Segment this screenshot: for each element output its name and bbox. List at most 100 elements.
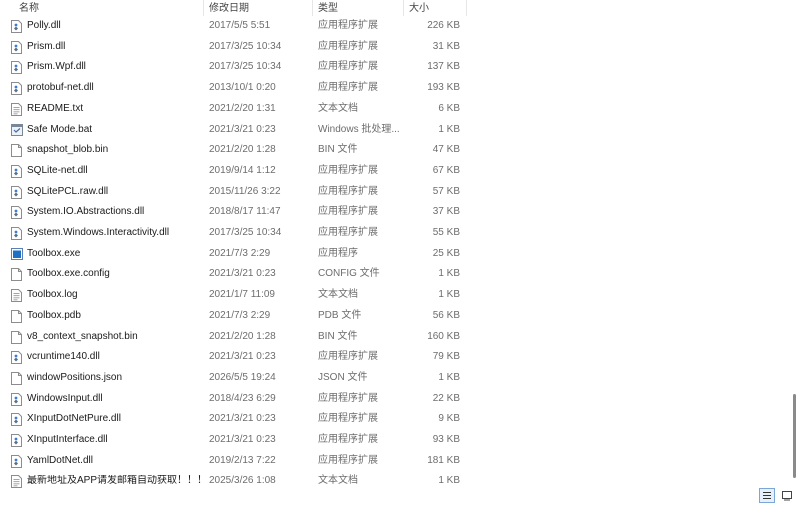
- file-name: 最新地址及APP请发邮箱自动获取！！！.t...: [27, 475, 205, 487]
- file-size: 57 KB: [432, 185, 460, 197]
- file-modified-date: 2021/7/3 2:29: [209, 247, 271, 259]
- file-size: 137 KB: [427, 61, 460, 73]
- dll-icon: [11, 206, 22, 220]
- file-size: 37 KB: [432, 206, 460, 218]
- file-row[interactable]: Toolbox.exe.config 2021/3/21 0:23 CONFIG 文…: [0, 264, 470, 285]
- dll-icon: [11, 185, 22, 199]
- column-header: 名称 修改日期 类型 大小: [0, 0, 790, 16]
- dll-icon: [11, 413, 22, 427]
- dll-icon: [11, 434, 22, 447]
- file-modified-date: 2017/3/25 10:34: [209, 61, 282, 73]
- file-type: 应用程序: [318, 247, 358, 259]
- file-row[interactable]: System.IO.Abstractions.dll 2018/8/17 11:4…: [0, 202, 470, 223]
- file-size: 47 KB: [432, 144, 460, 156]
- file-row[interactable]: YamlDotNet.dll 2019/2/13 7:22 应用程序扩展 181 KB: [0, 451, 470, 472]
- blank-file-icon: [11, 309, 22, 323]
- column-divider[interactable]: [312, 0, 313, 16]
- column-header-name[interactable]: 名称: [19, 3, 39, 15]
- file-row[interactable]: snapshot_blob.bin 2021/2/20 1:28 BIN 文件 47 …: [0, 140, 470, 161]
- text-file-icon: [11, 289, 22, 303]
- file-type: 应用程序扩展: [318, 20, 378, 31]
- file-row[interactable]: 最新地址及APP请发邮箱自动获取！！！.t... 2025/3/26 1:08 文本…: [0, 471, 470, 492]
- column-header-type[interactable]: 类型: [318, 3, 338, 15]
- file-type: 应用程序扩展: [318, 434, 378, 445]
- dll-icon: [11, 40, 22, 54]
- tiles-view-icon: [782, 491, 792, 501]
- file-row[interactable]: protobuf-net.dll 2013/10/1 0:20 应用程序扩展 193 …: [0, 78, 470, 99]
- file-modified-date: 2013/10/1 0:20: [209, 82, 276, 94]
- file-size: 1 KB: [438, 268, 460, 280]
- details-view-button[interactable]: [759, 488, 775, 503]
- file-name: Prism.Wpf.dll: [27, 61, 86, 73]
- vertical-scrollbar[interactable]: [790, 0, 800, 505]
- file-name: Toolbox.exe.config: [27, 268, 110, 280]
- column-divider[interactable]: [203, 0, 204, 16]
- file-type: 应用程序扩展: [318, 227, 378, 238]
- file-name: XInputDotNetPure.dll: [27, 413, 121, 425]
- file-row[interactable]: README.txt 2021/2/20 1:31 文本文档 6 KB: [0, 99, 470, 120]
- file-size: 67 KB: [432, 164, 460, 176]
- file-modified-date: 2019/2/13 7:22: [209, 454, 276, 466]
- file-name: windowPositions.json: [27, 371, 123, 383]
- file-row[interactable]: XInputInterface.dll 2021/3/21 0:23 应用程序扩展 9…: [0, 430, 470, 451]
- file-size: 226 KB: [427, 20, 460, 31]
- dll-icon: [11, 61, 22, 75]
- file-type: JSON 文件: [318, 371, 368, 383]
- file-modified-date: 2026/5/5 19:24: [209, 371, 276, 383]
- file-name: snapshot_blob.bin: [27, 144, 109, 156]
- file-size: 55 KB: [432, 227, 460, 238]
- file-type: BIN 文件: [318, 330, 358, 342]
- file-row[interactable]: windowPositions.json 2026/5/5 19:24 JSON 文…: [0, 368, 470, 389]
- file-row[interactable]: v8_context_snapshot.bin 2021/2/20 1:28 BIN…: [0, 327, 470, 348]
- file-modified-date: 2021/2/20 1:28: [209, 144, 276, 156]
- file-type: 应用程序扩展: [318, 164, 378, 176]
- file-row[interactable]: XInputDotNetPure.dll 2021/3/21 0:23 应用程序扩展…: [0, 409, 470, 430]
- dll-icon: [11, 227, 22, 240]
- file-row[interactable]: SQLitePCL.raw.dll 2015/11/26 3:22 应用程序扩展 57…: [0, 182, 470, 203]
- file-size: 31 KB: [432, 40, 460, 52]
- column-divider[interactable]: [403, 0, 404, 16]
- file-row[interactable]: Prism.dll 2017/3/25 10:34 应用程序扩展 31 KB: [0, 37, 470, 58]
- file-type: 应用程序扩展: [318, 392, 378, 404]
- file-size: 181 KB: [427, 454, 460, 466]
- file-row[interactable]: Toolbox.exe 2021/7/3 2:29 应用程序 25 KB: [0, 244, 470, 265]
- file-row[interactable]: Toolbox.pdb 2021/7/3 2:29 PDB 文件 56 KB: [0, 306, 470, 327]
- file-size: 6 KB: [438, 102, 460, 114]
- column-header-size[interactable]: 大小: [409, 3, 429, 15]
- file-row[interactable]: Safe Mode.bat 2021/3/21 0:23 Windows 批处理..…: [0, 120, 470, 141]
- file-row[interactable]: Polly.dll 2017/5/5 5:51 应用程序扩展 226 KB: [0, 16, 470, 37]
- file-row[interactable]: Prism.Wpf.dll 2017/3/25 10:34 应用程序扩展 137 KB: [0, 57, 470, 78]
- column-header-modified[interactable]: 修改日期: [209, 3, 249, 15]
- file-row[interactable]: System.Windows.Interactivity.dll 2017/3/2…: [0, 223, 470, 244]
- file-name: XInputInterface.dll: [27, 434, 108, 445]
- file-row[interactable]: SQLite-net.dll 2019/9/14 1:12 应用程序扩展 67 KB: [0, 161, 470, 182]
- file-row[interactable]: WindowsInput.dll 2018/4/23 6:29 应用程序扩展 22 K…: [0, 389, 470, 410]
- file-size: 1 KB: [438, 371, 460, 383]
- dll-icon: [11, 20, 22, 33]
- file-modified-date: 2025/3/26 1:08: [209, 475, 276, 487]
- blank-file-icon: [11, 371, 22, 385]
- file-modified-date: 2021/7/3 2:29: [209, 309, 271, 321]
- file-type: 文本文档: [318, 475, 358, 487]
- file-row[interactable]: vcruntime140.dll 2021/3/21 0:23 应用程序扩展 79 K…: [0, 347, 470, 368]
- file-modified-date: 2017/5/5 5:51: [209, 20, 271, 31]
- file-type: 文本文档: [318, 102, 358, 114]
- file-type: PDB 文件: [318, 309, 362, 321]
- file-size: 56 KB: [432, 309, 460, 321]
- file-size: 1 KB: [438, 475, 460, 487]
- text-file-icon: [11, 475, 22, 489]
- file-type: CONFIG 文件: [318, 268, 380, 280]
- file-type: 应用程序扩展: [318, 454, 378, 466]
- large-icons-view-button[interactable]: [779, 488, 795, 503]
- file-row[interactable]: Toolbox.log 2021/1/7 11:09 文本文档 1 KB: [0, 285, 470, 306]
- file-name: Toolbox.log: [27, 289, 78, 301]
- file-name: Toolbox.exe: [27, 247, 81, 259]
- column-divider[interactable]: [466, 0, 467, 16]
- blank-file-icon: [11, 144, 22, 158]
- file-modified-date: 2021/3/21 0:23: [209, 351, 276, 363]
- file-name: System.Windows.Interactivity.dll: [27, 227, 170, 238]
- file-modified-date: 2021/3/21 0:23: [209, 434, 276, 445]
- scrollbar-thumb[interactable]: [793, 394, 796, 478]
- dll-icon: [11, 392, 22, 406]
- exe-icon: [11, 247, 23, 261]
